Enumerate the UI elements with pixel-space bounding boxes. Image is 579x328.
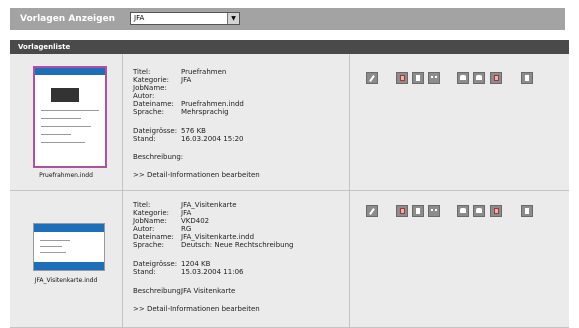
document-icon[interactable]: [396, 205, 408, 217]
thumbnail-caption: JFA_Visitenkarte.indd: [34, 277, 98, 284]
field-description: Beschreibung:: [133, 153, 184, 161]
dots-icon[interactable]: [428, 205, 440, 217]
field-title: Titel: Pruefrahmen: [133, 68, 227, 76]
thumbnail-caption: Pruefrahmen.indd: [39, 172, 93, 179]
template-list: Pruefrahmen.indd Titel: Pruefrahmen Kateg…: [10, 54, 569, 328]
edit-details-link[interactable]: >> Detail-Informationen bearbeiten: [133, 305, 260, 313]
field-author: Autor:: [133, 92, 155, 100]
template-row: JFA_Visitenkarte.indd Titel: JFA_Visitenk…: [10, 191, 569, 328]
stamp-icon[interactable]: [473, 72, 485, 84]
field-filesize: Dateigrösse: 576 KB: [133, 127, 206, 135]
field-filesize: Dateigrösse: 1204 KB: [133, 260, 211, 268]
field-title: Titel: JFA_Visitenkarte: [133, 201, 237, 209]
thumbnail-text-line: [41, 142, 85, 143]
action-icons: [350, 54, 569, 190]
action-icons: [350, 191, 569, 327]
field-filename: Dateiname: JFA_Visitenkarte.indd: [133, 233, 255, 241]
pdf-icon[interactable]: [490, 72, 502, 84]
export-icon[interactable]: [412, 205, 424, 217]
field-category: Kategorie: JFA: [133, 209, 192, 217]
action-icon-bar: [366, 205, 566, 217]
thumbnail-text-line: [40, 252, 66, 253]
pdf-icon[interactable]: [490, 205, 502, 217]
action-icon-bar: [366, 72, 566, 84]
thumbnail-cell: JFA_Visitenkarte.indd: [10, 191, 123, 327]
thumbnail-text-line: [40, 246, 62, 247]
export-icon[interactable]: [412, 72, 424, 84]
field-filename: Dateiname: Pruefrahmen.indd: [133, 100, 244, 108]
thumbnail-text-line: [41, 126, 91, 127]
template-list-title: Vorlagenliste: [18, 43, 71, 51]
print-icon[interactable]: [457, 205, 469, 217]
thumbnail-text-line: [41, 118, 81, 119]
view-templates-label: Vorlagen Anzeigen: [20, 14, 116, 24]
field-author: Autor: RG: [133, 225, 192, 233]
field-stand: Stand: 15.03.2004 11:06: [133, 268, 244, 276]
thumbnail-header-band: [34, 224, 104, 232]
delete-icon[interactable]: [521, 72, 533, 84]
edit-icon[interactable]: [366, 72, 378, 84]
template-thumbnail[interactable]: [33, 223, 105, 271]
thumbnail-text-line: [41, 134, 71, 135]
thumbnail-header-band: [35, 68, 105, 75]
template-row: Pruefrahmen.indd Titel: Pruefrahmen Kateg…: [10, 54, 569, 191]
field-jobname: JobName:: [133, 84, 167, 92]
category-select[interactable]: JFA ▼: [130, 12, 240, 25]
thumbnail-footer-band: [34, 262, 104, 270]
dots-icon[interactable]: [428, 72, 440, 84]
field-stand: Stand: 16.03.2004 15:20: [133, 135, 244, 143]
thumbnail-text-line: [40, 240, 70, 241]
template-details: Titel: JFA_Visitenkarte Kategorie: JFA Job…: [123, 191, 350, 327]
template-list-header: Vorlagenliste: [10, 40, 569, 54]
template-details: Titel: Pruefrahmen Kategorie: JFA JobName:…: [123, 54, 350, 190]
edit-icon[interactable]: [366, 205, 378, 217]
field-language: Sprache: Deutsch: Neue Rechtschreibung: [133, 241, 294, 249]
print-icon[interactable]: [457, 72, 469, 84]
thumbnail-cell: Pruefrahmen.indd: [10, 54, 123, 190]
category-select-value: JFA: [134, 14, 145, 22]
document-icon[interactable]: [396, 72, 408, 84]
top-toolbar: Vorlagen Anzeigen JFA ▼: [10, 8, 565, 30]
field-category: Kategorie: JFA: [133, 76, 192, 84]
template-thumbnail[interactable]: [33, 66, 107, 168]
field-language: Sprache: Mehrsprachig: [133, 108, 229, 116]
thumbnail-product-image: [51, 88, 79, 102]
stamp-icon[interactable]: [473, 205, 485, 217]
thumbnail-text-line: [41, 110, 99, 111]
field-jobname: JobName: VKD402: [133, 217, 210, 225]
delete-icon[interactable]: [521, 205, 533, 217]
chevron-down-icon[interactable]: ▼: [227, 13, 239, 24]
field-description: Beschreibung:JFA Visitenkarte: [133, 287, 236, 295]
edit-details-link[interactable]: >> Detail-Informationen bearbeiten: [133, 171, 260, 179]
